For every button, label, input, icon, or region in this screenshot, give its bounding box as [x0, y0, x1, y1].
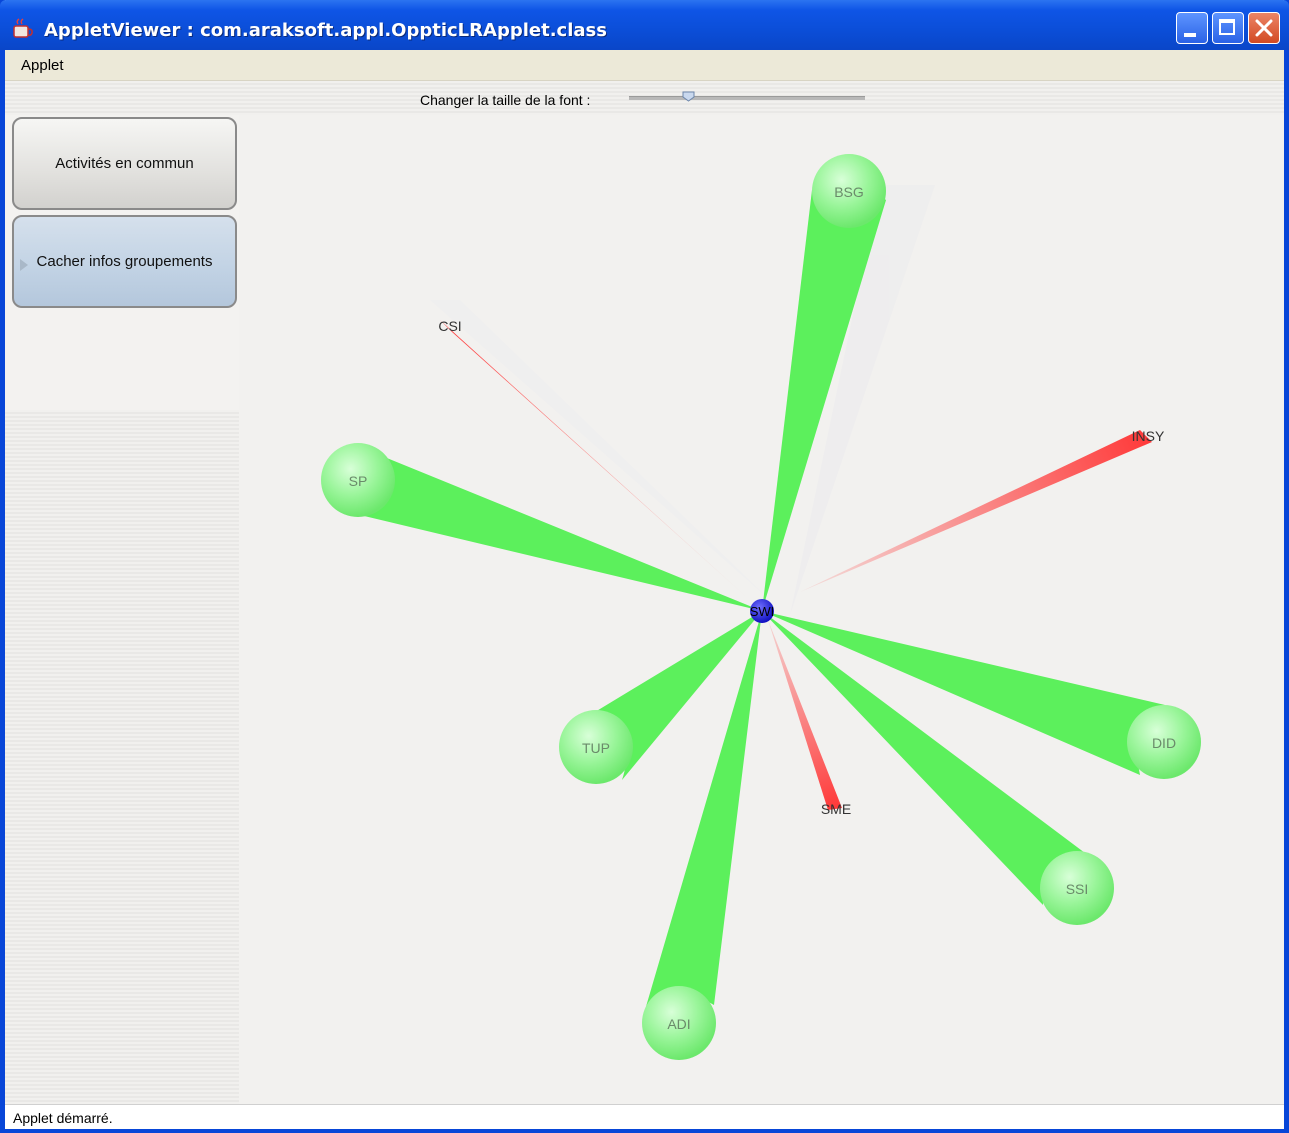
window-title: AppletViewer : com.araksoft.appl.OppticL…: [44, 20, 607, 41]
java-applet-icon: [13, 18, 33, 38]
title-bar[interactable]: AppletViewer : com.araksoft.appl.OppticL…: [0, 0, 1289, 50]
edge-swi-sp: [355, 445, 762, 611]
font-size-bar: Changer la taille de la font :: [5, 81, 1284, 115]
status-text: Applet démarré.: [13, 1110, 113, 1126]
label-tup: TUP: [582, 740, 610, 756]
label-bsg: BSG: [834, 184, 864, 200]
close-icon: [1255, 19, 1273, 37]
label-insy: INSY: [1132, 428, 1165, 444]
label-ssi: SSI: [1066, 881, 1089, 897]
activites-label: Activités en commun: [55, 155, 194, 172]
label-csi: CSI: [438, 318, 461, 334]
toggle-triangle-icon: [20, 259, 28, 271]
label-sp: SP: [349, 473, 368, 489]
label-did: DID: [1152, 735, 1176, 751]
cacher-infos-groupements-button[interactable]: Cacher infos groupements: [12, 215, 237, 308]
label-sme: SME: [821, 801, 851, 817]
status-bar: Applet démarré.: [5, 1104, 1284, 1129]
maximize-button[interactable]: [1212, 12, 1244, 44]
cacher-label: Cacher infos groupements: [36, 253, 213, 270]
left-panel-lower: [5, 410, 239, 1105]
minimize-button[interactable]: [1176, 12, 1208, 44]
label-adi: ADI: [667, 1016, 690, 1032]
edge-swi-did: [762, 611, 1165, 775]
graph-canvas[interactable]: BSG SP TUP ADI DID SSI CSI INSY SME SWI: [240, 115, 1284, 1105]
menu-applet[interactable]: Applet: [21, 57, 64, 74]
label-swi: SWI: [750, 604, 775, 619]
menu-bar: Applet: [5, 50, 1284, 81]
activites-en-commun-button[interactable]: Activités en commun: [12, 117, 237, 210]
font-size-slider-track[interactable]: [629, 96, 865, 100]
close-button[interactable]: [1248, 12, 1280, 44]
font-size-slider-thumb[interactable]: [682, 91, 695, 102]
edge-swi-bsg: [762, 182, 886, 611]
edge-swi-insy: [800, 430, 1152, 592]
font-size-label: Changer la taille de la font :: [420, 92, 591, 108]
